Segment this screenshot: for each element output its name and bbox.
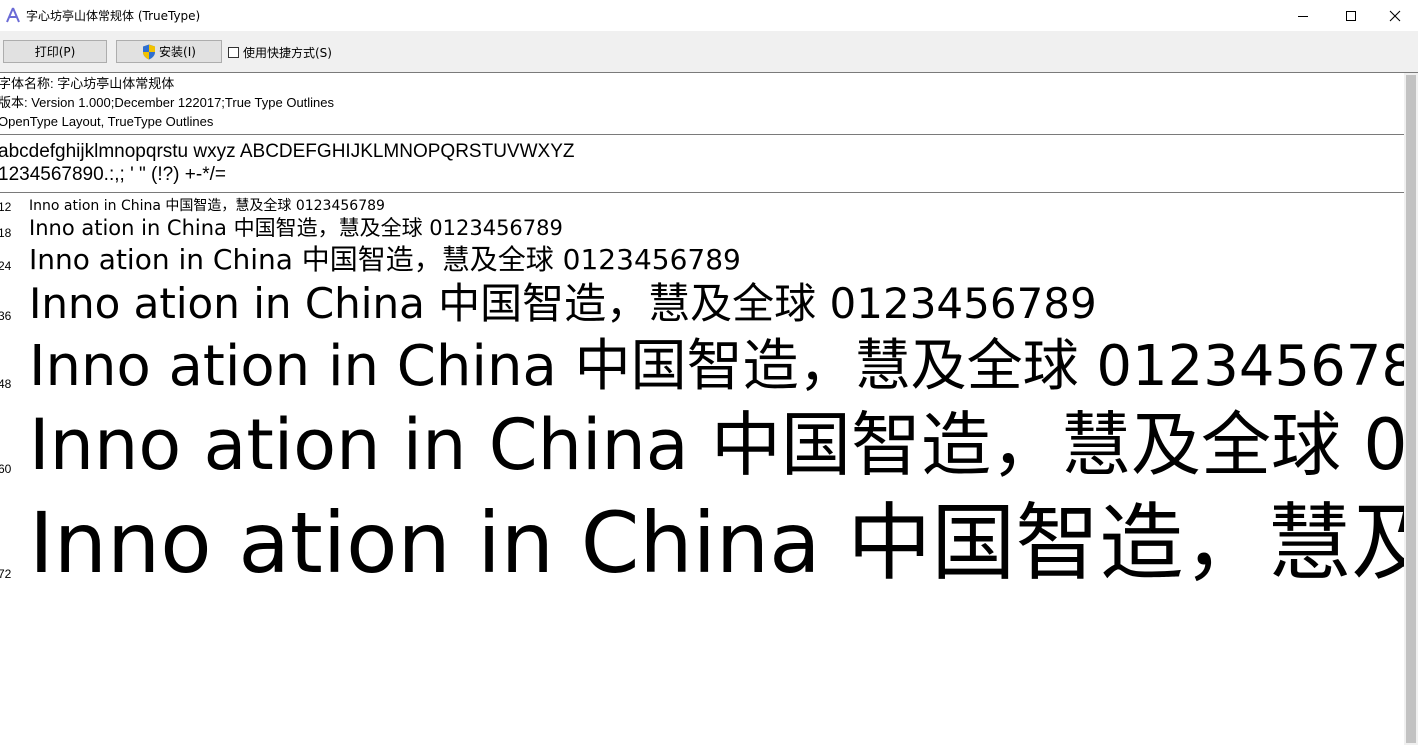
close-button[interactable] [1372,0,1418,31]
maximize-icon [1346,10,1356,21]
window-title: 字心坊亭山体常规体 (TrueType) [26,9,201,23]
sample-size-label: 72 [0,567,12,581]
sample-text: Inno ation in China 中国智造，慧及全球 0123456789 [29,334,1404,399]
font-app-icon [6,7,20,23]
sample-size-label: 24 [0,259,12,273]
uac-shield-icon [143,44,156,59]
sample-text: Inno ation in China 中国智造，慧及全球 0123456789 [29,279,1097,328]
scrollbar-thumb[interactable] [1406,75,1416,743]
minimize-icon [1298,15,1308,17]
sample-text: Inno ation in China 中国智造，慧及全球 0123456789 [29,216,563,240]
font-preview-area: 字体名称: 字心坊亭山体常规体 版本: Version 1.000;Decemb… [0,73,1404,745]
install-button[interactable]: 安装(I) [116,40,222,63]
sample-text: Inno ation in China 中国智造，慧及全球 0123456789 [29,198,385,214]
use-shortcut-label: 使用快捷方式(S) [243,45,332,60]
sample-size-label: 12 [0,200,12,214]
font-name-line: 字体名称: 字心坊亭山体常规体 [0,76,175,91]
maximize-button[interactable] [1328,0,1374,31]
font-outline-line: OpenType Layout, TrueType Outlines [0,114,214,129]
sample-size-label: 36 [0,309,12,323]
charset-divider [0,192,1404,193]
checkbox-box[interactable] [228,46,239,58]
minimize-button[interactable] [1280,0,1326,31]
sample-text: Inno ation in China 中国智造，慧及全球 0123456789 [29,243,741,276]
title-bar: 字心坊亭山体常规体 (TrueType) [0,0,1418,31]
font-version-line: 版本: Version 1.000;December 122017;True T… [0,95,335,110]
print-button-label: 打印(P) [34,45,76,59]
sample-size-label: 48 [0,377,12,391]
sample-size-label: 18 [0,226,12,240]
sample-size-label: 60 [0,462,12,476]
close-icon [1389,10,1401,21]
vertical-scrollbar[interactable] [1404,73,1418,745]
install-button-label: 安装(I) [159,45,196,59]
sample-text: Inno ation in China 中国智造，慧及全球 0123456789 [29,494,1404,592]
toolbar: 打印(P) 安装(I) 使用快捷方式(S) [0,31,1418,72]
charset-digits-symbols: 1234567890.:,; ' " (!?) +-*/= [0,164,226,185]
sample-text: Inno ation in China 中国智造，慧及全球 0123456789 [29,404,1404,486]
info-divider [0,134,1404,135]
print-button[interactable]: 打印(P) [3,40,107,63]
use-shortcut-checkbox[interactable]: 使用快捷方式(S) [228,44,332,60]
charset-letters: abcdefghijklmnopqrstu wxyz ABCDEFGHIJKLM… [0,141,575,162]
